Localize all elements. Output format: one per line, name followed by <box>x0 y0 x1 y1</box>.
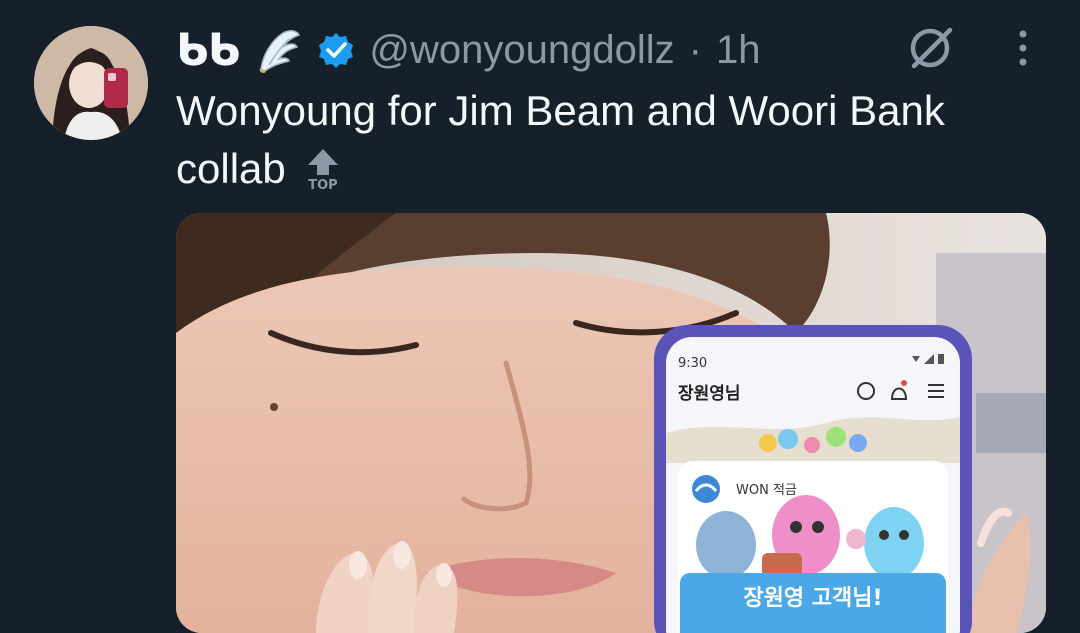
phone-status-time: 9:30 <box>678 356 707 371</box>
display-name[interactable]: ᑲᑲ <box>176 25 240 76</box>
verified-badge-icon <box>317 31 355 69</box>
handle[interactable]: @wonyoungdollz <box>369 28 674 73</box>
wing-icon <box>253 25 303 75</box>
phone-account-name: 장원영님 <box>678 384 741 404</box>
grok-icon[interactable] <box>906 22 956 72</box>
timestamp[interactable]: 1h <box>716 28 761 73</box>
tweet-body: Wonyoung for Jim Beam and Woori Bank col… <box>176 87 945 192</box>
top-arrow-emoji-icon: TOP <box>302 147 344 193</box>
avatar[interactable] <box>34 26 148 140</box>
avatar-image <box>34 26 148 140</box>
tweet-header: ᑲᑲ @wonyoungdollz · 1h <box>176 20 760 80</box>
phone-card-label: WON 적금 <box>736 483 797 498</box>
media-illustration: 9:30 장원영님 WON 적금 장원영 고객님! <box>176 213 1046 633</box>
top-emoji-label: TOP <box>308 178 337 191</box>
more-options-icon[interactable] <box>1012 26 1034 72</box>
tweet-text: Wonyoung for Jim Beam and Woori Bank col… <box>176 82 1056 198</box>
phone-banner-text: 장원영 고객님! <box>743 586 882 611</box>
separator: · <box>688 27 702 72</box>
tweet-media-image[interactable]: 9:30 장원영님 WON 적금 장원영 고객님! <box>176 213 1046 633</box>
